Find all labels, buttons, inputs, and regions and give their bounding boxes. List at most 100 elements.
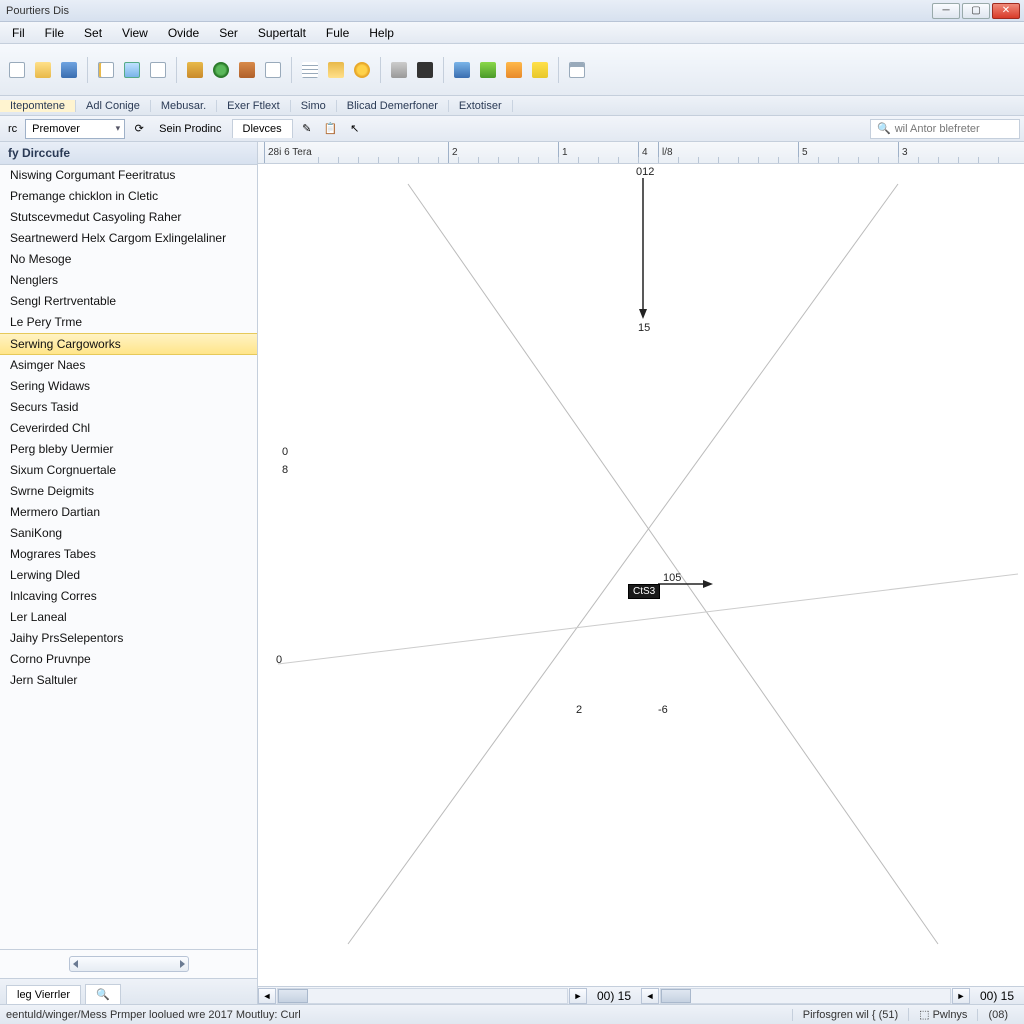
- menu-view[interactable]: View: [114, 24, 156, 42]
- scroll-track-right[interactable]: [660, 988, 951, 1004]
- sync-icon[interactable]: ⟳: [129, 119, 149, 139]
- menu-bar: Fil File Set View Ovide Ser Supertalt Fu…: [0, 22, 1024, 44]
- sidebar-item[interactable]: Jaihy PrsSelepentors: [0, 628, 257, 649]
- sidebar-item[interactable]: Corno Pruvnpe: [0, 649, 257, 670]
- sidebar-item[interactable]: Sengl Rertrventable: [0, 291, 257, 312]
- window-title: Pourtiers Dis: [4, 5, 932, 17]
- window-controls: ─ ▢ ✕: [932, 3, 1020, 19]
- secondary-toolbar: rc Premover ⟳ Sein Prodinc Dlevces ✎ 📋 ↖…: [0, 116, 1024, 142]
- sidebar-item[interactable]: Securs Tasid: [0, 397, 257, 418]
- sein-button[interactable]: Sein Prodinc: [153, 121, 227, 137]
- sidebar-item[interactable]: Stutscevmedut Casyoling Raher: [0, 207, 257, 228]
- sidebar-hscroll[interactable]: [69, 956, 189, 972]
- sidebar-item[interactable]: Nenglers: [0, 270, 257, 291]
- sidebar-item[interactable]: Mograres Tabes: [0, 544, 257, 565]
- tool-pointer-icon[interactable]: ↖: [345, 119, 365, 139]
- sidebar-item[interactable]: Jern Saltuler: [0, 670, 257, 691]
- ribbon-group-6[interactable]: Extotiser: [449, 100, 513, 112]
- sidebar-tab-viewer[interactable]: leg Vierrler: [6, 985, 81, 1004]
- ribbon-group-1[interactable]: Adl Conige: [76, 100, 151, 112]
- ruler-tick: 3: [898, 142, 908, 163]
- canvas-badge[interactable]: CtS3: [628, 584, 660, 599]
- sidebar-item[interactable]: Ceverirded Chl: [0, 418, 257, 439]
- search-input[interactable]: 🔍 wil Antor blefreter: [870, 119, 1020, 139]
- sidebar-item[interactable]: Le Pery Trme: [0, 312, 257, 333]
- menu-fil[interactable]: Fil: [4, 24, 33, 42]
- sidebar-item[interactable]: Asimger Naes: [0, 355, 257, 376]
- yellow-box-icon[interactable]: [529, 59, 551, 81]
- new-file-icon[interactable]: [6, 59, 28, 81]
- sidebar-tab-label: leg Vierrler: [17, 989, 70, 1001]
- menu-fule[interactable]: Fule: [318, 24, 357, 42]
- globe-icon[interactable]: [351, 59, 373, 81]
- tab-devices-label: Dlevces: [243, 123, 282, 135]
- ribbon-group-3[interactable]: Exer Ftlext: [217, 100, 291, 112]
- status-path: eentuld/winger/Mess Prmper loolued wre 2…: [6, 1009, 792, 1021]
- attach-icon[interactable]: [262, 59, 284, 81]
- refresh-icon[interactable]: [210, 59, 232, 81]
- sidebar-item[interactable]: Ler Laneal: [0, 607, 257, 628]
- open-folder-icon[interactable]: [32, 59, 54, 81]
- sidebar-item[interactable]: Swrne Deigmits: [0, 481, 257, 502]
- stack-icon[interactable]: [236, 59, 258, 81]
- sidebar-item[interactable]: Sering Widaws: [0, 376, 257, 397]
- page-icon[interactable]: [147, 59, 169, 81]
- canvas-left-label-1: 0: [282, 446, 288, 458]
- menu-ovide[interactable]: Ovide: [160, 24, 207, 42]
- sidebar-item[interactable]: Mermero Dartian: [0, 502, 257, 523]
- orange-box-icon[interactable]: [503, 59, 525, 81]
- menu-help[interactable]: Help: [361, 24, 402, 42]
- menu-supertalt[interactable]: Supertalt: [250, 24, 314, 42]
- search-icon: 🔍: [877, 122, 891, 135]
- sidebar-item[interactable]: Sixum Corgnuertale: [0, 460, 257, 481]
- ribbon-group-2[interactable]: Mebusar.: [151, 100, 217, 112]
- book-icon[interactable]: [184, 59, 206, 81]
- sidebar-item[interactable]: Perg bleby Uermier: [0, 439, 257, 460]
- sidebar-tab-search[interactable]: 🔍: [85, 984, 121, 1004]
- sidebar-item[interactable]: Premange chicklon in Cletic: [0, 186, 257, 207]
- scroll-left-button-2[interactable]: ◄: [641, 988, 659, 1004]
- close-button[interactable]: ✕: [992, 3, 1020, 19]
- scroll-left-button[interactable]: ◄: [258, 988, 276, 1004]
- green-box-icon[interactable]: [477, 59, 499, 81]
- sidebar-list: Niswing Corgumant FeeritratusPremange ch…: [0, 165, 257, 949]
- device-icon[interactable]: [414, 59, 436, 81]
- screen-icon[interactable]: [121, 59, 143, 81]
- layers-icon[interactable]: [325, 59, 347, 81]
- sidebar-item[interactable]: Niswing Corgumant Feeritratus: [0, 165, 257, 186]
- filter-dropdown[interactable]: Premover: [25, 119, 125, 139]
- print-icon[interactable]: [388, 59, 410, 81]
- sidebar-header: fy Dirccufe: [0, 142, 257, 165]
- menu-file[interactable]: File: [37, 24, 72, 42]
- ribbon-group-5[interactable]: Blicad Demerfoner: [337, 100, 449, 112]
- drawing-canvas[interactable]: 012 15 0 8 0 2 -6 CtS3 105: [258, 164, 1024, 986]
- grid-icon[interactable]: [299, 59, 321, 81]
- menu-set[interactable]: Set: [76, 24, 110, 42]
- scroll-right-button-2[interactable]: ►: [952, 988, 970, 1004]
- tab-devices[interactable]: Dlevces: [232, 119, 293, 138]
- sidebar-item[interactable]: Serwing Cargoworks: [0, 333, 257, 355]
- ruler-tick: 1: [558, 142, 568, 163]
- document-icon[interactable]: [95, 59, 117, 81]
- tool-wand-icon[interactable]: ✎: [297, 119, 317, 139]
- sidebar-item[interactable]: SaniKong: [0, 523, 257, 544]
- sidebar-item[interactable]: Lerwing Dled: [0, 565, 257, 586]
- export-icon[interactable]: [451, 59, 473, 81]
- form-icon[interactable]: [566, 59, 588, 81]
- scroll-right-button[interactable]: ►: [569, 988, 587, 1004]
- ribbon-group-0[interactable]: Itepomtene: [0, 100, 76, 112]
- ribbon-group-4[interactable]: Simo: [291, 100, 337, 112]
- save-icon[interactable]: [58, 59, 80, 81]
- tool-clipboard-icon[interactable]: 📋: [321, 119, 341, 139]
- search-small-icon: 🔍: [96, 988, 110, 1001]
- scroll-track-left[interactable]: [277, 988, 568, 1004]
- ruler-tick: 4: [638, 142, 648, 163]
- page-indicator-right: 00) 15: [970, 989, 1024, 1003]
- sidebar-item[interactable]: Seartnewerd Helx Cargom Exlingelaliner: [0, 228, 257, 249]
- menu-ser[interactable]: Ser: [211, 24, 246, 42]
- maximize-button[interactable]: ▢: [962, 3, 990, 19]
- minimize-button[interactable]: ─: [932, 3, 960, 19]
- sidebar: fy Dirccufe Niswing Corgumant Feeritratu…: [0, 142, 258, 1004]
- sidebar-item[interactable]: Inlcaving Corres: [0, 586, 257, 607]
- sidebar-item[interactable]: No Mesoge: [0, 249, 257, 270]
